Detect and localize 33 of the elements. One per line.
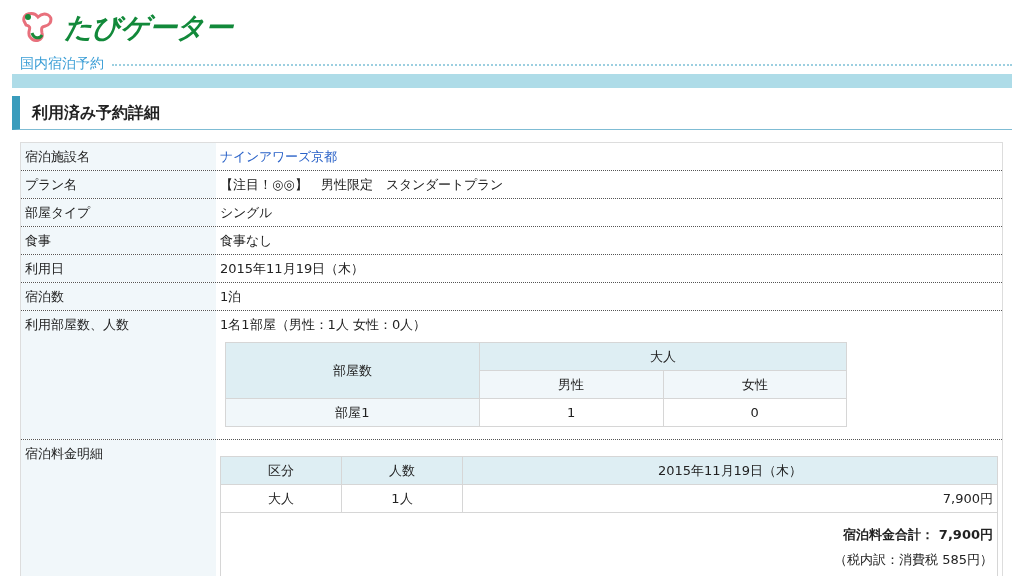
section-title: 国内宿泊予約: [20, 56, 104, 70]
table-header: 男性: [479, 370, 663, 399]
table-cell: 大人: [220, 484, 342, 513]
field-label: プラン名: [25, 177, 77, 192]
table-cell: 0: [663, 398, 847, 427]
field-value: 1名1部屋（男性：1人 女性：0人）: [220, 317, 427, 332]
table-cell: 1: [479, 398, 663, 427]
field-label: 食事: [25, 233, 51, 248]
table-cell: 1人: [341, 484, 463, 513]
field-value: 2015年11月19日（木）: [220, 261, 365, 276]
logo-text: たびゲーター: [63, 10, 235, 46]
field-value: 【注目！◎◎】 男性限定 スタンダートプラン: [220, 177, 503, 192]
page-heading: 利用済み予約詳細: [32, 103, 160, 122]
tax-note: （税内訳：消費税 585円）: [833, 551, 993, 569]
field-label: 宿泊料金明細: [25, 446, 103, 461]
field-label: 宿泊数: [25, 289, 64, 304]
table-header: 2015年11月19日（木）: [462, 456, 998, 485]
field-label: 宿泊施設名: [25, 149, 90, 164]
field-label: 利用部屋数、人数: [25, 317, 129, 332]
field-value: シングル: [220, 205, 272, 220]
table-header: 人数: [341, 456, 463, 485]
table-header: 女性: [663, 370, 847, 399]
total-price: 宿泊料金合計： 7,900円: [842, 526, 993, 544]
field-value: 食事なし: [220, 233, 272, 248]
table-header: 区分: [220, 456, 342, 485]
table-header: 大人: [479, 342, 847, 371]
field-label: 利用日: [25, 261, 64, 276]
field-value: 1泊: [220, 289, 242, 304]
table-header: 部屋数: [225, 342, 480, 399]
table-cell: 7,900円: [462, 484, 998, 513]
field-label: 部屋タイプ: [25, 205, 90, 220]
table-cell: 部屋1: [225, 398, 480, 427]
hotel-link[interactable]: ナインアワーズ京都: [220, 149, 337, 164]
